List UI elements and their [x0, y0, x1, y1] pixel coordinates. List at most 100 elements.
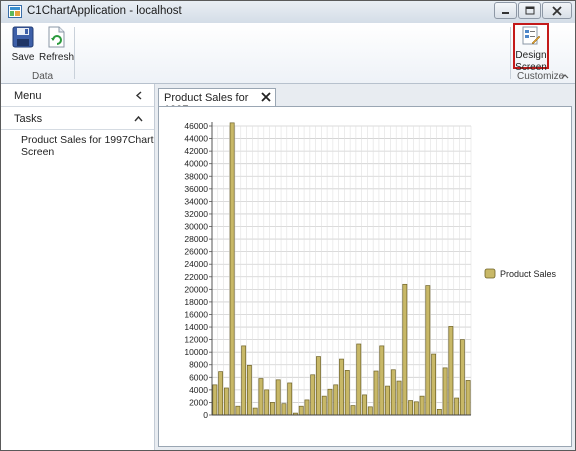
- y-tick-label: 8000: [189, 360, 208, 370]
- data-group-label: Data: [32, 71, 54, 82]
- tasks-label: Tasks: [14, 113, 43, 125]
- chart-panel: 0 2000 4000 6000 8000 10000 12000 14000 16000 180…: [158, 106, 572, 447]
- bar: [264, 389, 270, 416]
- bar: [454, 397, 460, 416]
- bar: [436, 408, 442, 416]
- y-tick-label: 38000: [184, 171, 208, 181]
- content-area: Product Sales for 1997... 0 2000 4000 6000 8…: [155, 84, 575, 450]
- y-tick-label: 28000: [184, 234, 208, 244]
- bar: [465, 380, 471, 416]
- sidebar: Menu Tasks Product Sales for 1997Chart S…: [1, 84, 155, 450]
- design-screen-icon: [522, 26, 541, 45]
- minimize-icon: [502, 12, 509, 14]
- y-tick-label: 22000: [184, 272, 208, 282]
- bar: [333, 384, 339, 416]
- customize-group-label: Customize: [517, 71, 565, 82]
- bar: [344, 370, 350, 416]
- bar: [252, 407, 258, 416]
- bar: [339, 358, 344, 416]
- bar: [321, 395, 327, 416]
- y-tick-label: 36000: [184, 184, 208, 194]
- tab-product-sales[interactable]: Product Sales for 1997...: [158, 88, 276, 116]
- bar: [367, 406, 373, 416]
- menu-header[interactable]: Menu: [1, 84, 154, 107]
- bar: [246, 365, 252, 416]
- bar-chart: 0 2000 4000 6000 8000 10000 12000 14000 16000 180…: [184, 121, 557, 420]
- save-button[interactable]: Save: [9, 26, 37, 63]
- bar: [298, 405, 304, 416]
- app-icon: [8, 5, 22, 18]
- bar: [431, 353, 437, 416]
- legend-swatch: [484, 268, 496, 279]
- bar: [350, 405, 356, 416]
- chevron-left-icon[interactable]: [135, 91, 143, 100]
- bar: [373, 370, 379, 416]
- y-tick-label: 26000: [184, 247, 208, 257]
- bar: [212, 384, 218, 416]
- y-tick-label: 2000: [189, 397, 208, 407]
- y-tick-label: 30000: [184, 222, 208, 232]
- minimize-button[interactable]: [494, 2, 517, 19]
- chevron-up-icon[interactable]: [134, 115, 143, 122]
- maximize-button[interactable]: [518, 2, 541, 19]
- bar: [425, 285, 431, 416]
- y-tick-label: 0: [203, 410, 208, 420]
- window-title: C1ChartApplication - localhost: [27, 5, 182, 17]
- refresh-label: Refresh: [39, 52, 75, 63]
- bar: [304, 399, 310, 416]
- floppy-disk-icon: [12, 26, 34, 48]
- y-tick-label: 16000: [184, 309, 208, 319]
- y-tick-label: 40000: [184, 159, 208, 169]
- bar: [413, 401, 419, 416]
- bar: [241, 345, 247, 416]
- bar: [390, 369, 396, 416]
- bar: [408, 400, 413, 416]
- bar: [316, 356, 321, 416]
- bar: [327, 388, 333, 416]
- application-window: C1ChartApplication - localhost Save Refr…: [0, 0, 576, 451]
- design-screen-button[interactable]: Design Screen: [514, 26, 548, 73]
- bar: [385, 385, 390, 416]
- y-tick-label: 44000: [184, 134, 208, 144]
- y-tick-label: 46000: [184, 121, 208, 131]
- bar: [281, 403, 287, 416]
- bar: [396, 380, 402, 416]
- refresh-icon: [48, 26, 65, 48]
- bar: [258, 378, 264, 416]
- menu-label: Menu: [14, 90, 42, 102]
- bar: [235, 405, 241, 416]
- y-tick-label: 34000: [184, 196, 208, 206]
- y-tick-label: 24000: [184, 259, 208, 269]
- refresh-button[interactable]: Refresh: [39, 26, 75, 63]
- close-button[interactable]: [542, 2, 572, 19]
- task-item-product-sales[interactable]: Product Sales for 1997Chart Screen: [21, 134, 154, 158]
- bar: [270, 402, 275, 416]
- bar: [402, 283, 408, 416]
- close-icon: [552, 5, 562, 16]
- y-tick-label: 32000: [184, 209, 208, 219]
- bar: [362, 394, 367, 416]
- y-tick-label: 42000: [184, 146, 208, 156]
- y-tick-label: 12000: [184, 335, 208, 345]
- title-bar: C1ChartApplication - localhost: [1, 1, 575, 23]
- bar: [419, 395, 425, 416]
- bar: [287, 382, 293, 416]
- legend-label: Product Sales: [500, 269, 557, 279]
- collapse-ribbon-icon[interactable]: [561, 73, 569, 79]
- y-tick-label: 10000: [184, 347, 208, 357]
- bar: [310, 374, 316, 416]
- bar: [459, 339, 465, 416]
- bar: [448, 326, 454, 416]
- bar: [229, 122, 235, 416]
- bar: [223, 387, 229, 416]
- close-icon[interactable]: [260, 91, 272, 103]
- ribbon-group-separator: [510, 27, 511, 79]
- y-tick-label: 20000: [184, 284, 208, 294]
- save-label: Save: [11, 52, 35, 63]
- ribbon-group-separator: [74, 27, 75, 79]
- maximize-icon: [525, 6, 534, 15]
- design-label-line1: Design: [515, 50, 547, 61]
- bar: [218, 371, 224, 416]
- tasks-header[interactable]: Tasks: [1, 107, 154, 130]
- y-tick-label: 14000: [184, 322, 208, 332]
